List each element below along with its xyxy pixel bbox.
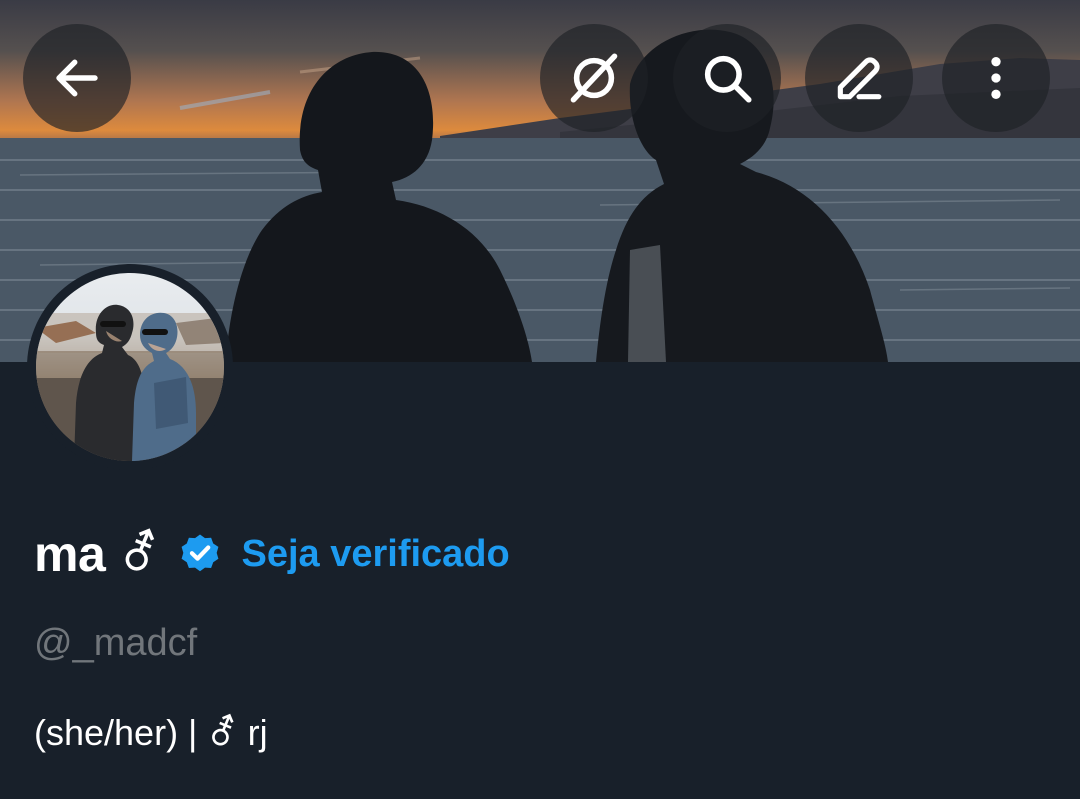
- name-symbol: ⚦: [119, 526, 160, 582]
- edit-pencil-icon: [837, 57, 882, 100]
- edit-button[interactable]: [805, 24, 913, 132]
- grok-button[interactable]: [540, 24, 648, 132]
- back-button[interactable]: [23, 24, 131, 132]
- more-vertical-icon: [991, 57, 1001, 99]
- grok-icon: [570, 53, 618, 103]
- avatar[interactable]: [36, 273, 224, 461]
- avatar-frame[interactable]: [27, 264, 233, 470]
- get-verified-link[interactable]: Seja verificado: [241, 533, 509, 576]
- profile-bio: (she/her) | ⚦ rj: [34, 712, 268, 753]
- more-options-button[interactable]: [942, 24, 1050, 132]
- search-button[interactable]: [673, 24, 781, 132]
- arrow-left-icon: [56, 59, 98, 97]
- display-name: ma: [34, 526, 106, 582]
- profile-handle: @_madcf: [34, 622, 198, 664]
- profile-name-row: ma ⚦ Seja verificado: [34, 522, 510, 586]
- search-icon: [704, 55, 752, 103]
- verified-badge-icon: [177, 531, 223, 577]
